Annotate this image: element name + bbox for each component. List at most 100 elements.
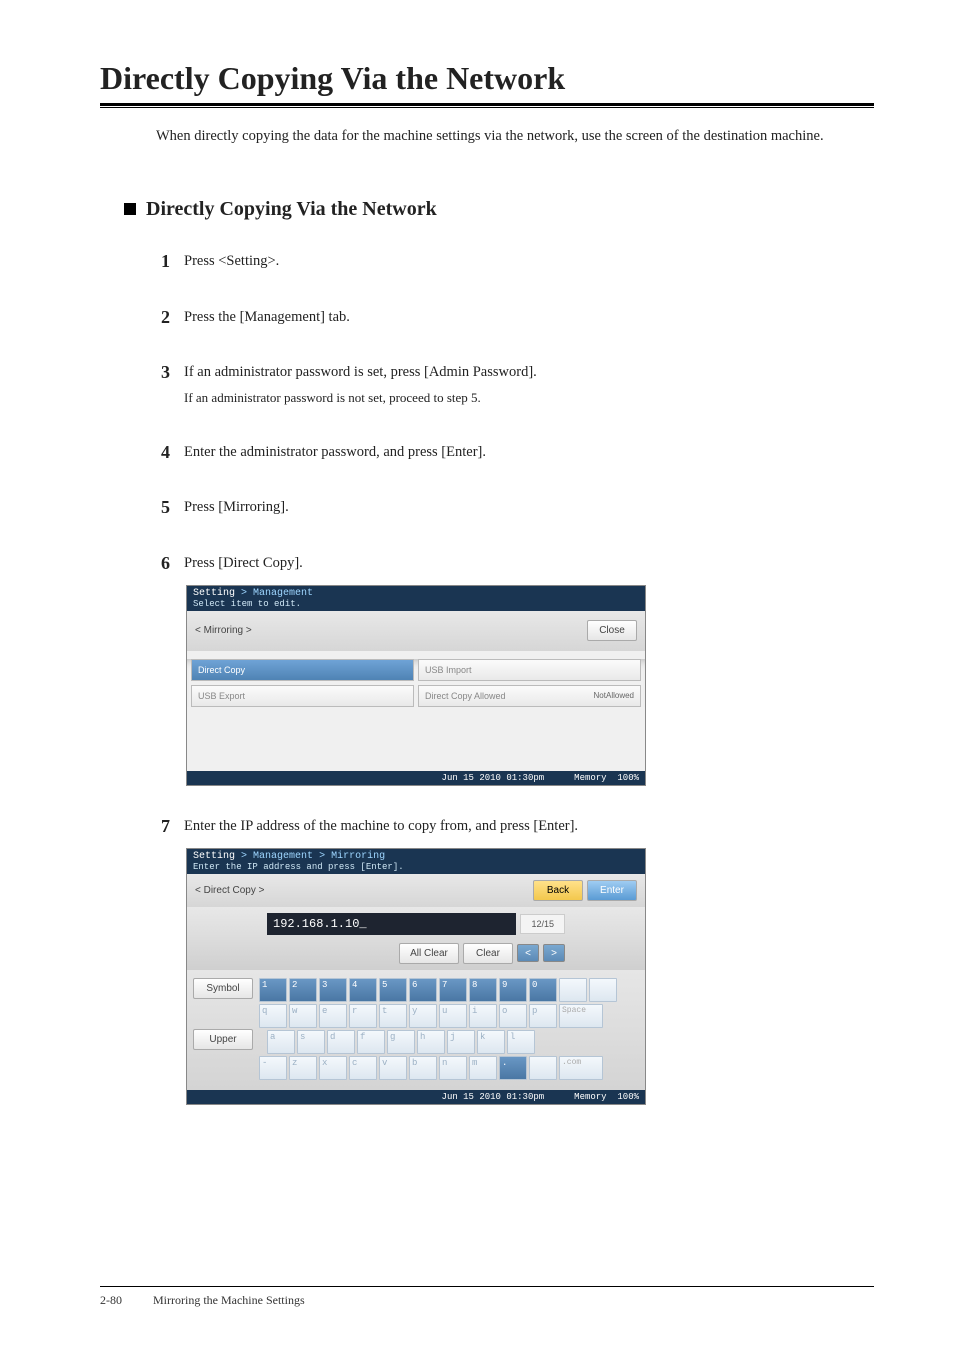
option-direct-copy[interactable]: Direct Copy bbox=[191, 659, 414, 681]
memory-value: 100% bbox=[617, 1092, 639, 1102]
key[interactable] bbox=[559, 978, 587, 1002]
key[interactable]: w bbox=[289, 1004, 317, 1028]
memory-label: Memory bbox=[574, 773, 606, 783]
key[interactable]: u bbox=[439, 1004, 467, 1028]
option-usb-export[interactable]: USB Export bbox=[191, 685, 414, 707]
key[interactable]: 3 bbox=[319, 978, 347, 1002]
key[interactable]: f bbox=[357, 1030, 385, 1054]
key[interactable]: g bbox=[387, 1030, 415, 1054]
input-row: 192.168.1.10_ 12/15 bbox=[187, 907, 645, 939]
toolbar-title: < Direct Copy > bbox=[195, 885, 264, 896]
section-title: Mirroring the Machine Settings bbox=[153, 1293, 305, 1307]
key[interactable]: o bbox=[499, 1004, 527, 1028]
breadcrumb: Setting > Management Select item to edit… bbox=[187, 586, 645, 611]
enter-button[interactable]: Enter bbox=[587, 880, 637, 901]
step-subtext: If an administrator password is not set,… bbox=[184, 388, 874, 408]
com-key[interactable]: .com bbox=[559, 1056, 603, 1080]
option-usb-import[interactable]: USB Import bbox=[418, 659, 641, 681]
step-text: Press [Mirroring]. bbox=[184, 497, 874, 519]
step-6: 6 Press [Direct Copy]. bbox=[156, 553, 874, 575]
key[interactable]: k bbox=[477, 1030, 505, 1054]
key[interactable]: 9 bbox=[499, 978, 527, 1002]
breadcrumb-subtitle: Enter the IP address and press [Enter]. bbox=[193, 862, 639, 872]
symbol-button[interactable]: Symbol bbox=[193, 978, 253, 999]
key[interactable]: b bbox=[409, 1056, 437, 1080]
key[interactable]: 7 bbox=[439, 978, 467, 1002]
key[interactable]: q bbox=[259, 1004, 287, 1028]
breadcrumb-part: Mirroring bbox=[331, 851, 385, 862]
status-datetime: Jun 15 2010 01:30pm bbox=[442, 773, 545, 783]
char-counter: 12/15 bbox=[520, 914, 565, 934]
intro-paragraph: When directly copying the data for the m… bbox=[156, 126, 874, 148]
toolbar: < Mirroring > Close bbox=[187, 611, 645, 651]
key[interactable]: 4 bbox=[349, 978, 377, 1002]
key[interactable] bbox=[589, 978, 617, 1002]
breadcrumb-subtitle: Select item to edit. bbox=[193, 599, 639, 609]
breadcrumb-part: Setting bbox=[193, 851, 235, 862]
key[interactable]: h bbox=[417, 1030, 445, 1054]
key-row-4: - z x c v b n m . .com bbox=[259, 1056, 639, 1080]
step-7: 7 Enter the IP address of the machine to… bbox=[156, 816, 874, 838]
key[interactable]: 1 bbox=[259, 978, 287, 1002]
step-text: Press the [Management] tab. bbox=[184, 307, 874, 329]
status-bar: Jun 15 2010 01:30pm Memory 100% bbox=[187, 1090, 645, 1104]
breadcrumb-part: Management bbox=[253, 588, 313, 599]
breadcrumb: Setting > Management > Mirroring Enter t… bbox=[187, 849, 645, 874]
key[interactable]: j bbox=[447, 1030, 475, 1054]
cursor-left-icon[interactable]: < bbox=[517, 944, 539, 962]
key[interactable]: a bbox=[267, 1030, 295, 1054]
breadcrumb-part: Management bbox=[253, 851, 313, 862]
key[interactable]: r bbox=[349, 1004, 377, 1028]
step-1: 1 Press <Setting>. bbox=[156, 251, 874, 273]
bullet-square-icon bbox=[124, 203, 136, 215]
key[interactable] bbox=[529, 1056, 557, 1080]
key[interactable]: z bbox=[289, 1056, 317, 1080]
option-direct-copy-allowed[interactable]: Direct Copy Allowed NotAllowed bbox=[418, 685, 641, 707]
key[interactable]: t bbox=[379, 1004, 407, 1028]
step-text: Enter the IP address of the machine to c… bbox=[184, 816, 874, 838]
step-number: 5 bbox=[156, 497, 170, 518]
key[interactable]: e bbox=[319, 1004, 347, 1028]
key[interactable]: l bbox=[507, 1030, 535, 1054]
all-clear-button[interactable]: All Clear bbox=[399, 943, 459, 964]
status-datetime: Jun 15 2010 01:30pm bbox=[442, 1092, 545, 1102]
step-number: 3 bbox=[156, 362, 170, 383]
screenshot-ip-entry: Setting > Management > Mirroring Enter t… bbox=[186, 848, 646, 1105]
subheading-row: Directly Copying Via the Network bbox=[124, 198, 874, 221]
breadcrumb-part: Setting bbox=[193, 588, 235, 599]
key[interactable]: 8 bbox=[469, 978, 497, 1002]
step-text: Press <Setting>. bbox=[184, 251, 874, 273]
step-2: 2 Press the [Management] tab. bbox=[156, 307, 874, 329]
key[interactable]: m bbox=[469, 1056, 497, 1080]
key[interactable]: y bbox=[409, 1004, 437, 1028]
screenshot-mirroring: Setting > Management Select item to edit… bbox=[186, 585, 646, 786]
step-3: 3 If an administrator password is set, p… bbox=[156, 362, 874, 407]
key-dot[interactable]: . bbox=[499, 1056, 527, 1080]
key[interactable]: 2 bbox=[289, 978, 317, 1002]
key[interactable]: 0 bbox=[529, 978, 557, 1002]
ip-input[interactable]: 192.168.1.10_ bbox=[267, 913, 516, 935]
key[interactable]: n bbox=[439, 1056, 467, 1080]
key[interactable]: d bbox=[327, 1030, 355, 1054]
key-row-1: 1 2 3 4 5 6 7 8 9 0 bbox=[259, 978, 639, 1002]
key[interactable]: 5 bbox=[379, 978, 407, 1002]
step-number: 7 bbox=[156, 816, 170, 837]
title-rule bbox=[100, 103, 874, 108]
key[interactable]: s bbox=[297, 1030, 325, 1054]
step-number: 1 bbox=[156, 251, 170, 272]
key[interactable]: 6 bbox=[409, 978, 437, 1002]
toolbar-title: < Mirroring > bbox=[195, 625, 252, 636]
key[interactable]: i bbox=[469, 1004, 497, 1028]
memory-value: 100% bbox=[617, 773, 639, 783]
key[interactable]: x bbox=[319, 1056, 347, 1080]
close-button[interactable]: Close bbox=[587, 620, 637, 641]
space-key[interactable]: Space bbox=[559, 1004, 603, 1028]
clear-button[interactable]: Clear bbox=[463, 943, 513, 964]
back-button[interactable]: Back bbox=[533, 880, 583, 901]
key[interactable]: c bbox=[349, 1056, 377, 1080]
cursor-right-icon[interactable]: > bbox=[543, 944, 565, 962]
key[interactable]: v bbox=[379, 1056, 407, 1080]
upper-button[interactable]: Upper bbox=[193, 1029, 253, 1050]
key[interactable]: p bbox=[529, 1004, 557, 1028]
key[interactable]: - bbox=[259, 1056, 287, 1080]
